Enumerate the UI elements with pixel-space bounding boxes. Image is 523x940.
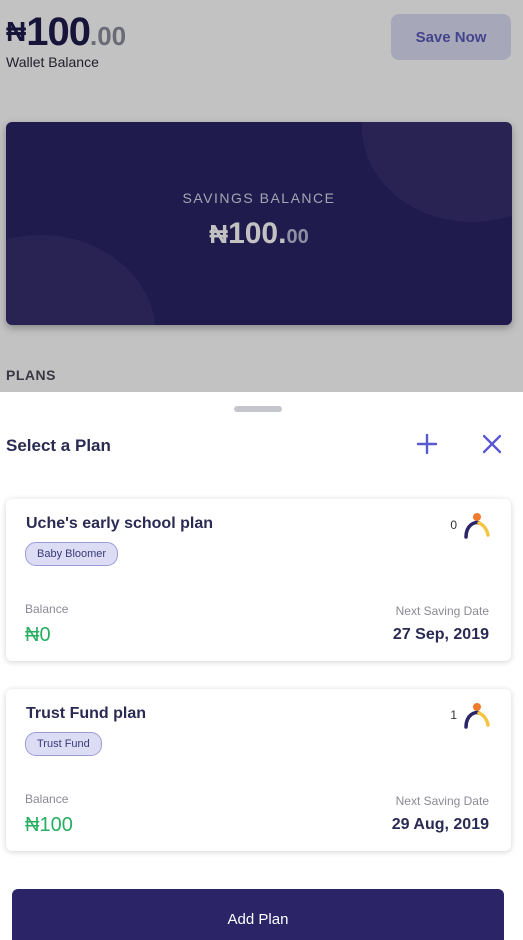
- add-plan-button[interactable]: Add Plan: [12, 889, 504, 940]
- balance-label: Balance: [25, 792, 69, 806]
- balance-value: ₦0: [25, 624, 51, 646]
- members-icon: [464, 513, 490, 539]
- plus-icon[interactable]: [415, 432, 439, 456]
- plan-tag: Trust Fund: [25, 732, 102, 756]
- member-count: 0: [450, 518, 457, 532]
- plan-name: Uche's early school plan: [26, 515, 213, 532]
- next-saving-date-label: Next Saving Date: [395, 794, 489, 808]
- plan-card[interactable]: Trust Fund plan Trust Fund 1 Balance ₦10…: [6, 689, 511, 851]
- next-saving-date-label: Next Saving Date: [395, 604, 489, 618]
- plan-card[interactable]: Uche's early school plan Baby Bloomer 0 …: [6, 499, 511, 661]
- select-plan-sheet: Select a Plan Uche's early school plan B…: [0, 392, 523, 940]
- members-icon: [464, 703, 490, 729]
- next-saving-date-value: 29 Aug, 2019: [391, 816, 489, 833]
- close-icon[interactable]: [480, 432, 504, 456]
- sheet-drag-handle[interactable]: [234, 406, 282, 412]
- plan-name: Trust Fund plan: [26, 705, 146, 722]
- next-saving-date-value: 27 Sep, 2019: [392, 626, 489, 643]
- plan-tag: Baby Bloomer: [25, 542, 119, 566]
- member-count: 1: [450, 708, 457, 722]
- sheet-title: Select a Plan: [6, 436, 111, 455]
- balance-value: ₦100: [25, 814, 73, 836]
- balance-label: Balance: [25, 602, 69, 616]
